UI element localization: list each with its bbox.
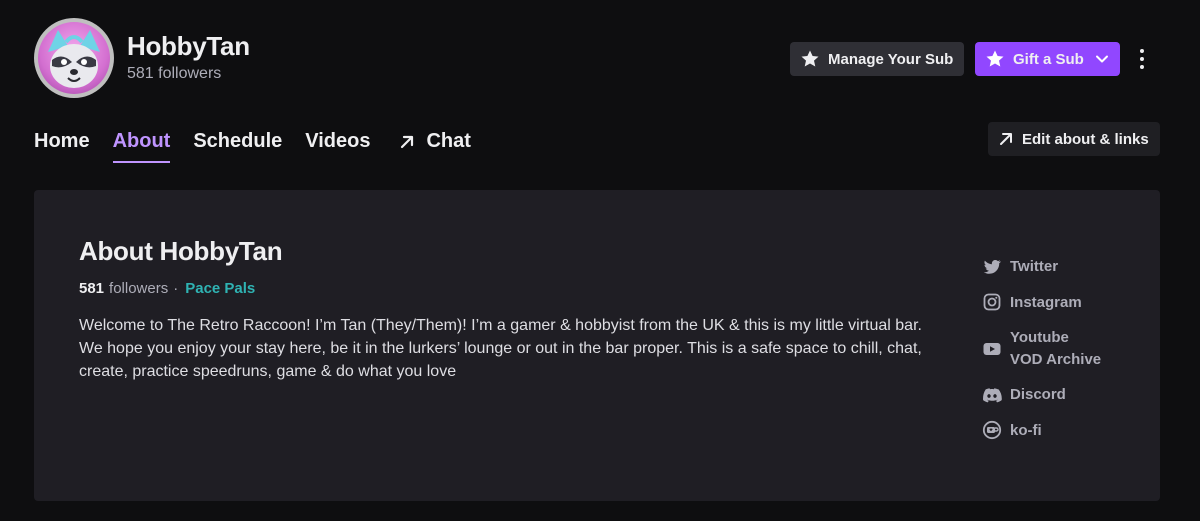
about-panel: About HobbyTan 581 followers · Pace Pals… [34,190,1160,501]
manage-sub-button[interactable]: Manage Your Sub [790,42,964,76]
social-link-label: ko-fi [1010,421,1042,439]
chevron-down-icon [1095,55,1108,63]
social-link-discord[interactable]: Discord [982,384,1102,406]
meta-separator: · [173,280,179,297]
social-link-label: Youtube VOD Archive [1010,329,1102,368]
tab-schedule-label: Schedule [193,130,283,152]
star-icon [801,50,819,67]
social-links: Twitter Instagram Youtube VOD Archive Di… [982,256,1102,455]
gift-sub-button[interactable]: Gift a Sub [975,42,1120,76]
social-link-label: Instagram [1010,293,1082,311]
tab-schedule[interactable]: Schedule [193,130,282,163]
tab-chat[interactable]: Chat [398,130,471,163]
channel-nav: Home About Schedule Videos Chat [34,130,494,163]
raccoon-avatar-icon [48,30,100,88]
arrow-up-right-icon [401,135,414,148]
tab-home[interactable]: Home [34,130,90,163]
about-meta: 581 followers · Pace Pals [79,280,255,297]
manage-sub-label: Manage Your Sub [828,50,954,68]
youtube-icon [983,342,1001,355]
edit-about-label: Edit about & links [1022,130,1149,148]
tab-about[interactable]: About [112,130,171,163]
channel-avatar[interactable] [34,18,114,98]
channel-name[interactable]: HobbyTan [127,31,250,62]
gift-sub-label: Gift a Sub [1013,50,1084,68]
about-follower-count: 581 [79,280,105,297]
arrow-up-right-icon [1000,133,1012,145]
twitter-icon [983,259,1001,274]
social-link-label: Twitter [1010,258,1059,275]
edit-about-button[interactable]: Edit about & links [988,122,1160,156]
tab-home-label: Home [34,130,90,152]
discord-icon [983,387,1002,403]
star-icon [986,50,1004,67]
social-link-instagram[interactable]: Instagram [982,292,1102,314]
social-link-label: Discord [1010,386,1066,403]
kofi-icon [982,421,1002,440]
about-bio: Welcome to The Retro Raccoon! I’m Tan (T… [79,317,922,380]
team-link[interactable]: Pace Pals [185,280,255,297]
social-link-kofi[interactable]: ko-fi [982,420,1102,442]
more-options-icon[interactable] [1130,44,1154,74]
tab-chat-label: Chat [426,130,471,152]
follower-count: 581 followers [127,65,222,82]
tab-videos-label: Videos [305,130,371,152]
about-followers-word: followers [109,280,169,297]
about-title: About HobbyTan [79,236,283,266]
social-link-youtube[interactable]: Youtube VOD Archive [982,327,1102,370]
instagram-icon [983,293,1001,311]
tab-videos[interactable]: Videos [305,130,370,163]
tab-about-label: About [112,130,171,152]
social-link-twitter[interactable]: Twitter [982,256,1102,278]
